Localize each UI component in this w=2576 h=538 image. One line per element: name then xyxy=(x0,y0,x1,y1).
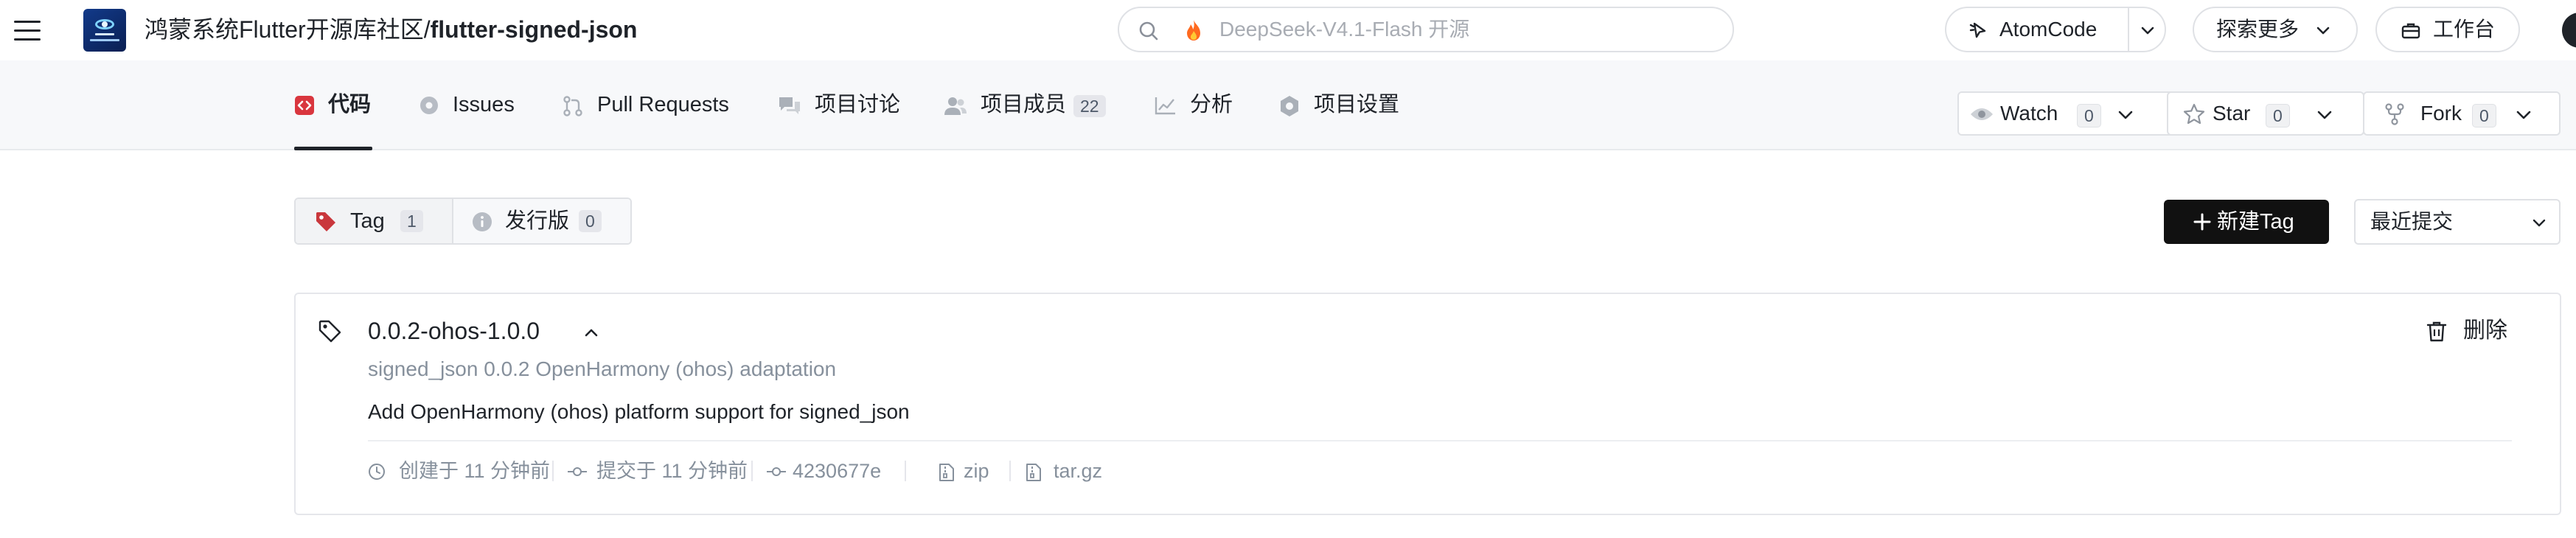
workbench-label: 工作台 xyxy=(2433,18,2496,41)
breadcrumb-separator: / xyxy=(423,16,431,43)
release-segment-label: 发行版 xyxy=(505,209,570,233)
tab-analytics[interactable]: 分析 xyxy=(1155,60,1236,149)
zip-label: zip xyxy=(964,460,989,482)
watch-label: Watch xyxy=(2000,102,2058,125)
tab-members-label: 项目成员 xyxy=(981,93,1067,116)
new-tag-button[interactable]: 新建Tag xyxy=(2164,200,2329,244)
fork-button[interactable]: Fork 0 xyxy=(2363,91,2561,136)
chevron-down-icon xyxy=(2515,106,2533,124)
search-box[interactable]: DeepSeek-V4.1-Flash 开源 xyxy=(1118,7,1734,52)
gear-icon xyxy=(1278,95,1301,117)
repo-owner-link[interactable]: 鸿蒙系统Flutter开源库社区 xyxy=(145,16,424,43)
tag-name-link[interactable]: 0.0.2-ohos-1.0.0 xyxy=(368,313,540,349)
info-icon xyxy=(471,211,493,233)
repo-breadcrumb: 鸿蒙系统Flutter开源库社区/flutter-signed-json xyxy=(145,13,637,46)
tab-issues[interactable]: Issues xyxy=(419,60,522,149)
delete-label: 删除 xyxy=(2463,318,2507,343)
tag-title: signed_json 0.0.2 OpenHarmony (ohos) ada… xyxy=(368,357,837,380)
top-bar: 鸿蒙系统Flutter开源库社区/flutter-signed-json Dee… xyxy=(0,0,2576,60)
commit-icon xyxy=(766,463,787,481)
fork-label: Fork xyxy=(2420,102,2462,125)
atom-cursor-icon xyxy=(1968,21,1989,41)
members-icon xyxy=(944,95,967,117)
code-icon xyxy=(294,95,315,116)
pull-request-icon xyxy=(562,95,584,117)
committed-time-text: 提交于 11 分钟前 xyxy=(596,460,748,482)
tab-issues-label: Issues xyxy=(453,93,515,116)
created-time-text: 创建于 11 分钟前 xyxy=(399,460,551,482)
briefcase-icon xyxy=(2401,21,2421,41)
fire-icon xyxy=(1184,19,1203,41)
atomcode-button[interactable]: AtomCode xyxy=(1945,7,2166,52)
watch-count: 0 xyxy=(2077,104,2101,127)
new-tag-label: 新建Tag xyxy=(2217,210,2294,234)
zip-file-icon xyxy=(1026,463,1042,482)
active-tab-indicator xyxy=(294,147,372,150)
chevron-down-icon xyxy=(2531,214,2547,231)
sort-select-value: 最近提交 xyxy=(2370,210,2454,233)
trash-icon xyxy=(2426,321,2447,343)
menu-icon[interactable] xyxy=(13,16,42,46)
avatar[interactable] xyxy=(2562,13,2576,48)
tag-outline-icon xyxy=(318,319,341,343)
release-count-badge: 0 xyxy=(579,210,602,232)
repo-nav: 代码 Issues Pull Requests 项目讨论 项目成员 22 分析 xyxy=(0,60,2576,150)
tab-discussions-label: 项目讨论 xyxy=(815,93,901,116)
clock-icon xyxy=(368,463,386,481)
tab-code-label: 代码 xyxy=(328,93,372,116)
tab-members[interactable]: 项目成员 22 xyxy=(944,60,1113,149)
targz-label: tar.gz xyxy=(1054,460,1103,482)
tag-segment[interactable]: Tag 1 xyxy=(296,199,453,243)
search-icon xyxy=(1138,21,1159,41)
chevron-up-icon[interactable] xyxy=(583,325,599,340)
chevron-down-icon[interactable] xyxy=(2140,22,2156,38)
eye-icon xyxy=(1969,105,1994,124)
tab-pull-requests[interactable]: Pull Requests xyxy=(562,60,739,149)
fork-count: 0 xyxy=(2472,104,2496,127)
commit-sha-text: 4230677e xyxy=(793,460,882,482)
chart-icon xyxy=(1155,95,1177,116)
org-logo[interactable] xyxy=(83,9,126,52)
star-count: 0 xyxy=(2266,104,2290,127)
tab-discussions[interactable]: 项目讨论 xyxy=(778,60,903,149)
issue-icon xyxy=(419,95,439,116)
divider xyxy=(368,440,2512,441)
atomcode-label: AtomCode xyxy=(1999,18,2098,41)
tag-card: 0.0.2-ohos-1.0.0 删除 signed_json 0.0.2 Op… xyxy=(294,293,2561,515)
tab-settings-label: 项目设置 xyxy=(1314,93,1400,116)
tab-analytics-label: 分析 xyxy=(1190,93,1233,116)
tab-settings[interactable]: 项目设置 xyxy=(1278,60,1404,149)
plus-icon xyxy=(2193,213,2211,231)
tab-code[interactable]: 代码 xyxy=(294,60,374,149)
tab-pull-requests-label: Pull Requests xyxy=(597,93,729,116)
star-button[interactable]: Star 0 xyxy=(2167,91,2364,136)
release-segment[interactable]: 发行版 0 xyxy=(453,199,630,243)
discussion-icon xyxy=(778,95,801,117)
star-label: Star xyxy=(2213,102,2251,125)
workbench-button[interactable]: 工作台 xyxy=(2375,7,2520,52)
chevron-down-icon xyxy=(2117,106,2134,124)
sort-select[interactable]: 最近提交 xyxy=(2354,199,2561,245)
explore-more-label: 探索更多 xyxy=(2216,18,2300,41)
tag-segment-label: Tag xyxy=(350,209,385,233)
explore-more-button[interactable]: 探索更多 xyxy=(2193,7,2358,52)
watch-button[interactable]: Watch 0 xyxy=(1957,91,2199,136)
tag-count-badge: 1 xyxy=(400,210,423,232)
tag-icon xyxy=(315,211,337,233)
chevron-down-icon xyxy=(2316,106,2333,124)
fork-icon xyxy=(2384,102,2406,126)
tag-message: Add OpenHarmony (ohos) platform support … xyxy=(368,400,910,423)
members-count-badge: 22 xyxy=(1073,95,1106,117)
zip-file-icon xyxy=(939,463,955,482)
search-placeholder: DeepSeek-V4.1-Flash 开源 xyxy=(1219,18,1470,41)
tag-release-switch: Tag 1 发行版 0 xyxy=(294,198,632,245)
repo-name-link[interactable]: flutter-signed-json xyxy=(431,16,638,43)
commit-icon xyxy=(567,463,588,481)
chevron-down-icon xyxy=(2315,22,2331,38)
star-icon xyxy=(2183,103,2205,125)
